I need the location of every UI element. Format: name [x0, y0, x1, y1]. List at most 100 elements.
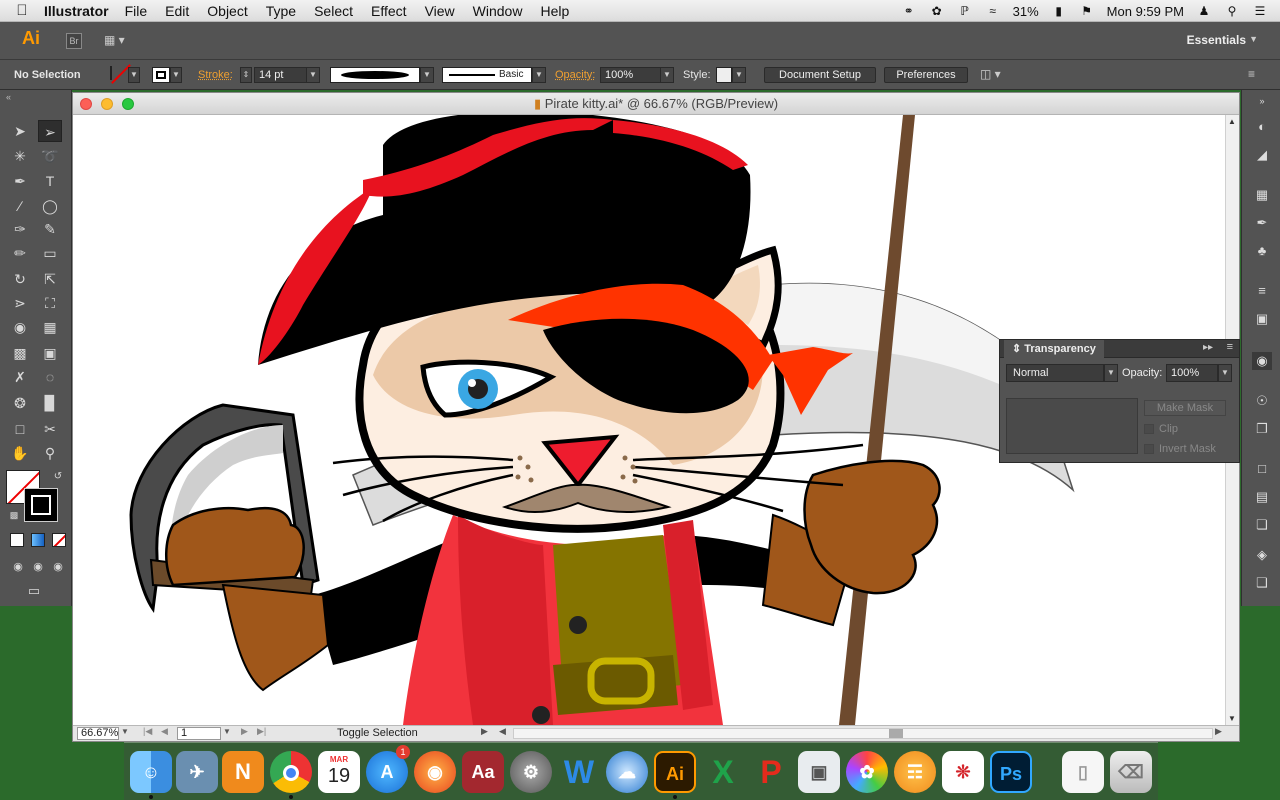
transform-panel-icon[interactable]: □: [1252, 460, 1272, 478]
pathfinder-panel-icon[interactable]: ❏: [1252, 516, 1272, 534]
selection-tool-icon[interactable]: ➤: [8, 120, 32, 142]
width-tool-icon[interactable]: ⋗: [8, 292, 32, 314]
make-mask-button[interactable]: Make Mask: [1144, 400, 1226, 416]
invert-mask-checkbox[interactable]: [1144, 444, 1154, 454]
panel-menu-icon[interactable]: ≡: [1227, 341, 1233, 353]
opacity-dropdown-icon[interactable]: ▼: [1218, 364, 1232, 382]
apple-menu-icon[interactable]: : [0, 2, 44, 19]
preview-icon[interactable]: ✈: [176, 751, 218, 793]
status-text[interactable]: Toggle Selection: [337, 727, 418, 739]
gradient-mode-button[interactable]: [31, 533, 45, 547]
paintbrush-tool-icon[interactable]: ✑: [8, 218, 32, 240]
menu-select[interactable]: Select: [314, 3, 353, 19]
none-mode-button[interactable]: [52, 533, 66, 547]
eyedropper-tool-icon[interactable]: ✗: [8, 366, 32, 388]
appearance-panel-icon[interactable]: ☉: [1252, 392, 1272, 410]
opacity-input[interactable]: 100%: [1166, 364, 1218, 382]
blend-tool-icon[interactable]: ◌: [38, 366, 62, 388]
openoffice-icon[interactable]: ☁: [606, 751, 648, 793]
draw-inside-icon[interactable]: ◉: [46, 556, 70, 578]
menu-help[interactable]: Help: [540, 3, 569, 19]
graphic-styles-icon[interactable]: ❐: [1252, 420, 1272, 438]
shape-builder-tool-icon[interactable]: ◉: [8, 316, 32, 338]
last-artboard-icon[interactable]: ▶|: [257, 726, 266, 737]
layers-panel-icon[interactable]: ◈: [1252, 546, 1272, 564]
calendar-icon[interactable]: MAR 19: [318, 751, 360, 793]
stroke-stepper[interactable]: ⇕: [240, 67, 252, 83]
tab-transparency[interactable]: ⇕ Transparency: [1004, 340, 1104, 358]
creative-cloud-icon[interactable]: ⚭: [901, 4, 917, 18]
stroke-weight-input[interactable]: 14 pt: [254, 67, 308, 83]
color-guide-icon[interactable]: ◢: [1252, 146, 1272, 164]
fill-swatch[interactable]: [110, 66, 112, 80]
menu-effect[interactable]: Effect: [371, 3, 407, 19]
screen-mode-icon[interactable]: ▭: [22, 580, 46, 602]
color-mode-button[interactable]: [10, 533, 24, 547]
ellipse-tool-icon[interactable]: ◯: [38, 195, 62, 217]
stroke-swatch[interactable]: [152, 67, 170, 83]
collapse-panel-icon[interactable]: «: [6, 92, 11, 102]
transparency-panel-icon[interactable]: ◉: [1252, 352, 1272, 370]
zoom-level-field[interactable]: 66.67%: [77, 727, 119, 740]
powerpoint-icon[interactable]: P: [750, 751, 792, 793]
scroll-right-icon[interactable]: ▶: [1215, 726, 1222, 737]
ibooks-icon[interactable]: ☶: [894, 751, 936, 793]
battery-icon[interactable]: ▮: [1051, 4, 1067, 18]
scroll-up-icon[interactable]: ▲: [1228, 117, 1236, 126]
preferences-button[interactable]: Preferences: [884, 67, 968, 83]
acrobat-icon[interactable]: ❊: [942, 751, 984, 793]
next-artboard-icon[interactable]: ▶: [241, 726, 248, 737]
stroke-dropdown[interactable]: ▼: [170, 67, 182, 83]
line-tool-icon[interactable]: ∕: [8, 195, 32, 217]
menu-window[interactable]: Window: [473, 3, 523, 19]
brush-dropdown[interactable]: ▼: [532, 67, 546, 83]
brushes-panel-icon[interactable]: ✒: [1252, 214, 1272, 232]
perspective-grid-tool-icon[interactable]: ▦: [38, 316, 62, 338]
mesh-tool-icon[interactable]: ▩: [8, 342, 32, 364]
eraser-tool-icon[interactable]: ▭: [38, 242, 62, 264]
style-dropdown[interactable]: ▼: [732, 67, 746, 83]
rotate-tool-icon[interactable]: ↻: [8, 268, 32, 290]
flag-icon[interactable]: ⚑: [1079, 4, 1095, 18]
slice-tool-icon[interactable]: ✂: [38, 418, 62, 440]
blob-brush-tool-icon[interactable]: ✏: [8, 242, 32, 264]
scroll-down-icon[interactable]: ▼: [1228, 714, 1236, 723]
direct-selection-tool-icon[interactable]: ➢: [38, 120, 62, 142]
finder-icon[interactable]: ☺: [130, 751, 172, 793]
graphic-style-swatch[interactable]: [716, 67, 732, 83]
zoom-tool-icon[interactable]: ⚲: [38, 442, 62, 464]
symbols-panel-icon[interactable]: ♣: [1252, 242, 1272, 260]
swap-colors-icon[interactable]: ↺: [46, 466, 70, 488]
dictionary-icon[interactable]: Aa: [462, 751, 504, 793]
spotlight-icon[interactable]: ⚲: [1224, 4, 1240, 18]
user-icon[interactable]: ♟: [1196, 4, 1212, 18]
scale-tool-icon[interactable]: ⇱: [38, 268, 62, 290]
bridge-button[interactable]: Br: [66, 33, 82, 49]
magic-wand-tool-icon[interactable]: ✳: [8, 145, 32, 167]
menu-type[interactable]: Type: [266, 3, 296, 19]
free-transform-tool-icon[interactable]: ⛶: [38, 292, 62, 314]
workspace-switcher[interactable]: Essentials: [1187, 33, 1246, 47]
excel-icon[interactable]: X: [702, 751, 744, 793]
image-capture-icon[interactable]: ▣: [798, 751, 840, 793]
stroke-label[interactable]: Stroke:: [198, 67, 233, 83]
battery-percent[interactable]: 31%: [1013, 4, 1039, 19]
color-panel-icon[interactable]: ◐: [1252, 118, 1272, 136]
arrange-documents-icon[interactable]: ▦ ▾: [104, 33, 132, 49]
default-colors-icon[interactable]: ▩: [2, 504, 26, 526]
column-graph-tool-icon[interactable]: ▉: [38, 392, 62, 414]
expand-panels-icon[interactable]: »: [1252, 92, 1272, 110]
document-stack-icon[interactable]: ▯: [1062, 751, 1104, 793]
document-setup-button[interactable]: Document Setup: [764, 67, 876, 83]
swatches-panel-icon[interactable]: ▦: [1252, 186, 1272, 204]
brush-definition[interactable]: Basic: [442, 67, 532, 83]
paw-icon[interactable]: ✿: [929, 4, 945, 18]
artboard-dropdown-icon[interactable]: ▼: [223, 727, 231, 736]
word-icon[interactable]: W: [558, 751, 600, 793]
stroke-weight-dropdown[interactable]: ▼: [306, 67, 320, 83]
fill-dropdown[interactable]: ▼: [128, 67, 140, 83]
gradient-panel-icon[interactable]: ▣: [1252, 310, 1272, 328]
firefox-icon[interactable]: ◉: [414, 751, 456, 793]
menu-edit[interactable]: Edit: [165, 3, 189, 19]
hand-tool-icon[interactable]: ✋: [8, 442, 32, 464]
